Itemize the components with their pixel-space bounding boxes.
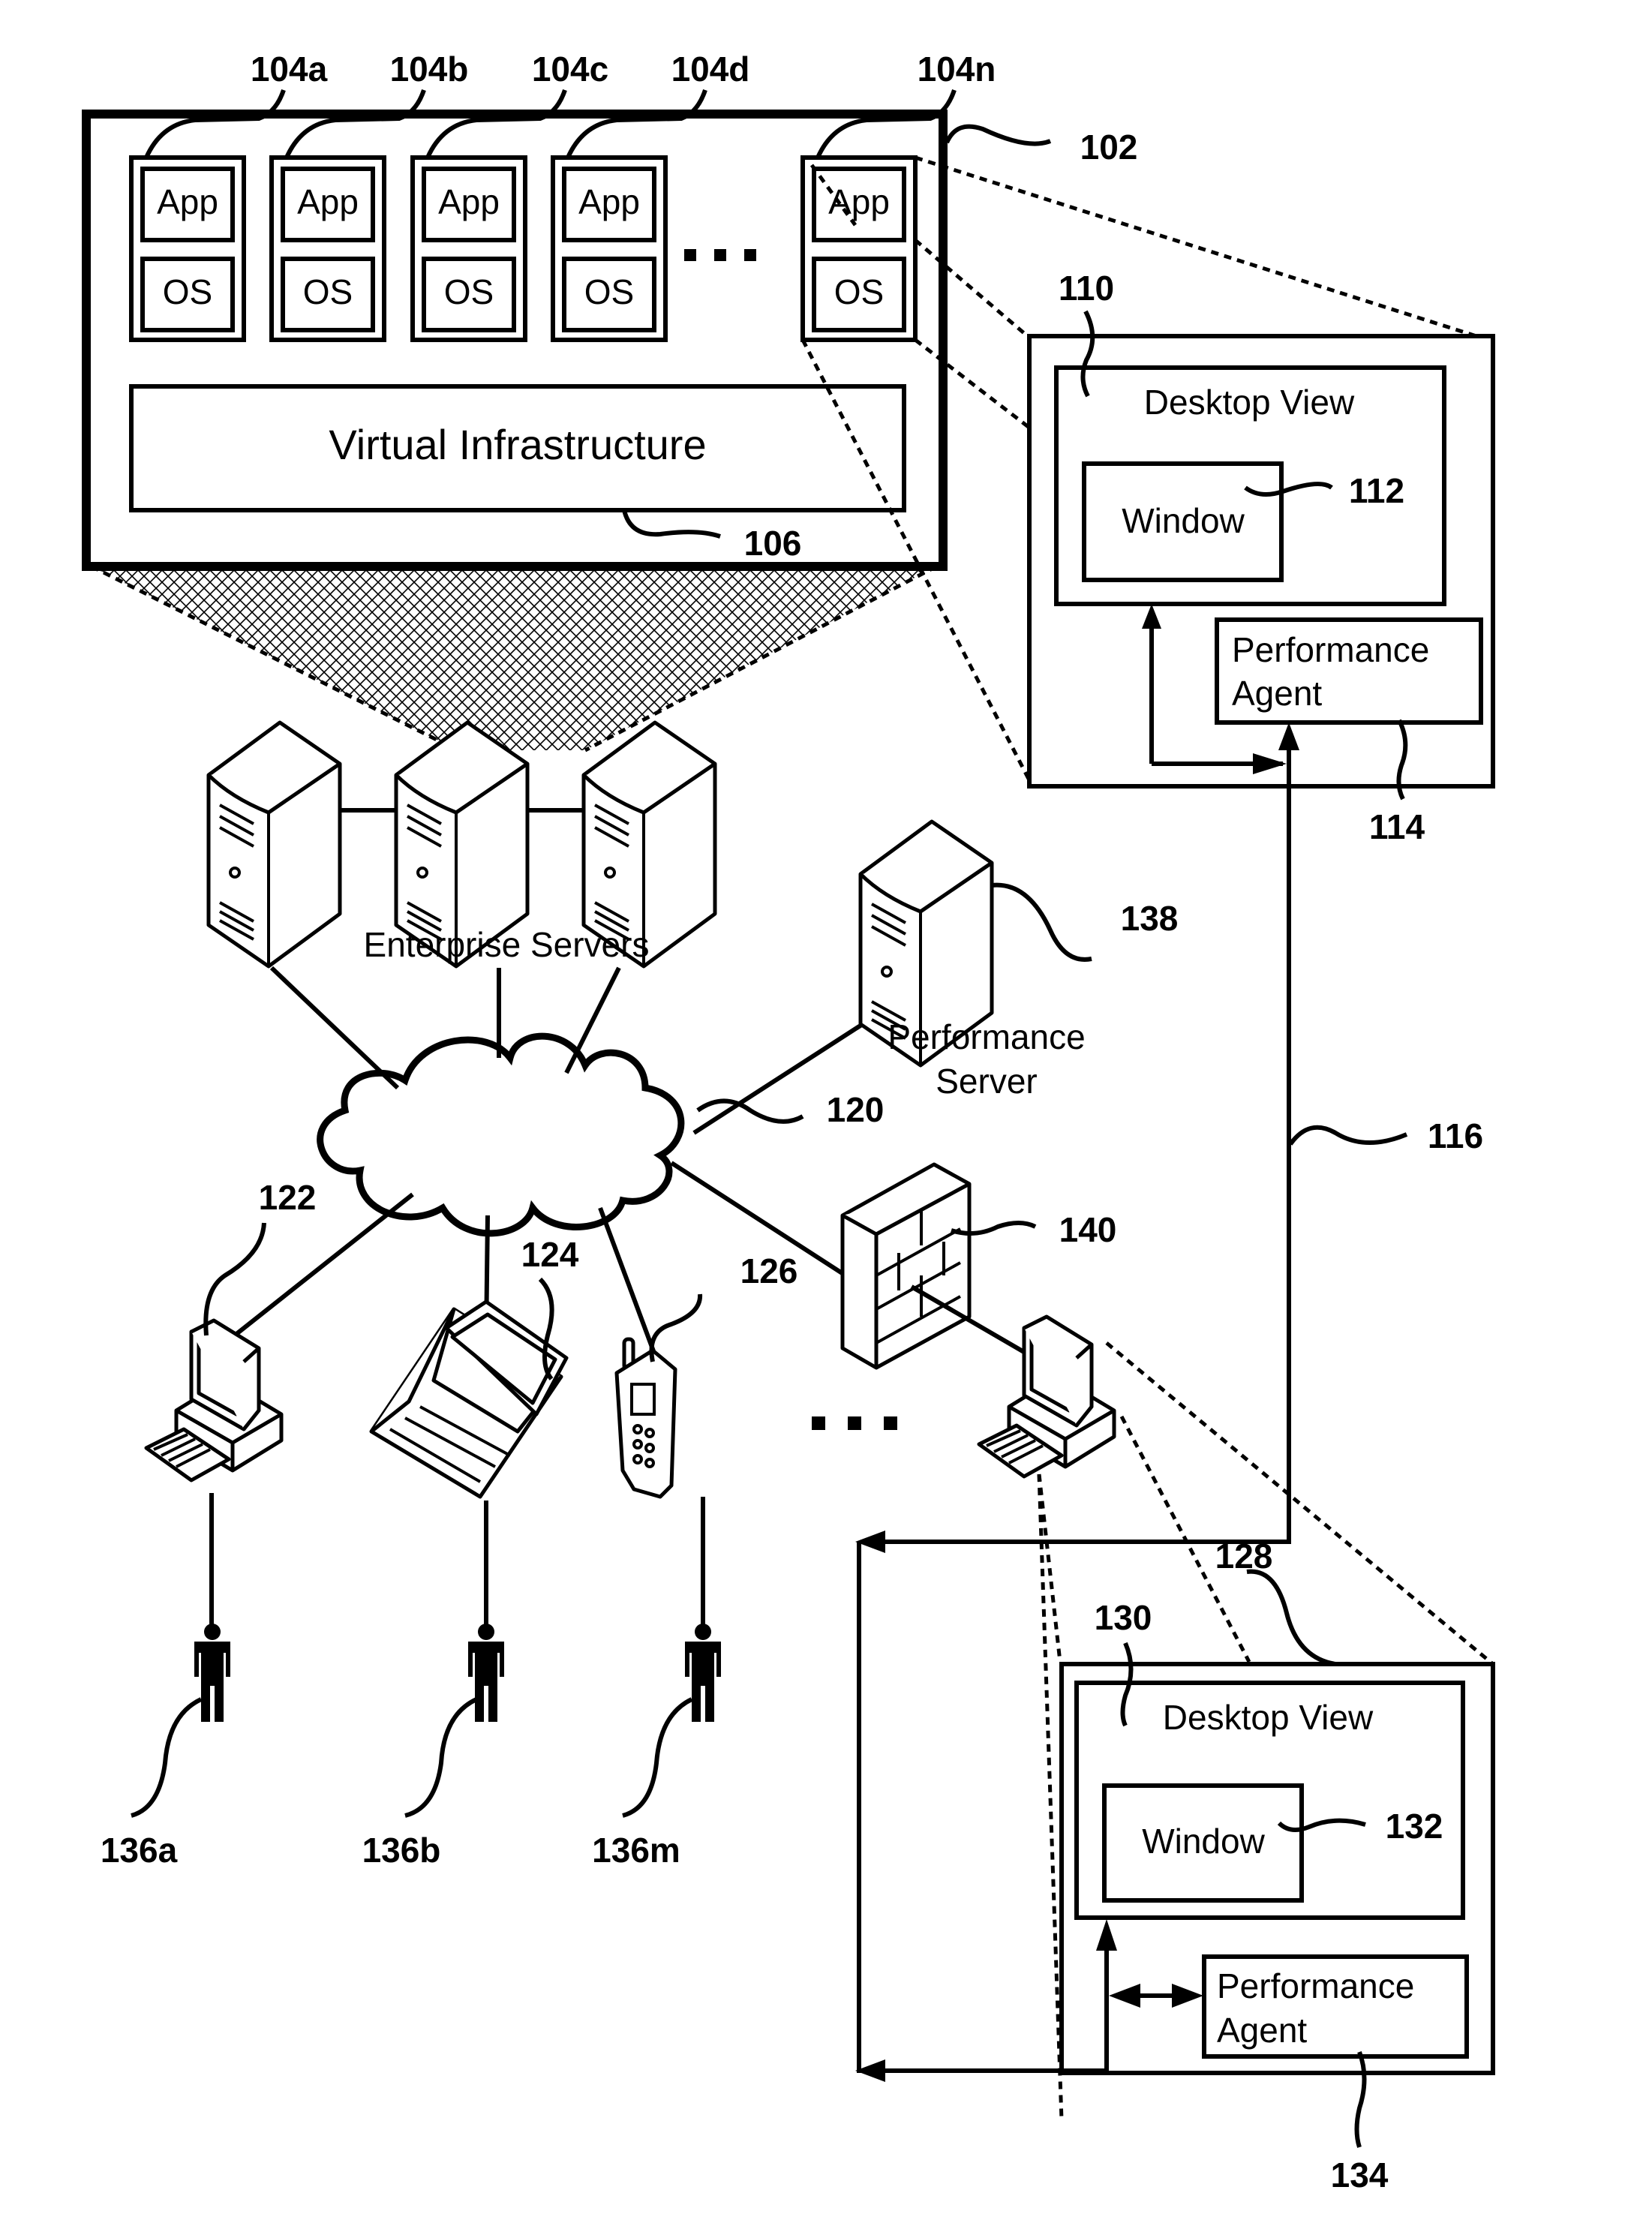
enterprise-servers-label: Enterprise Servers — [364, 925, 650, 964]
os-label: OS — [584, 272, 634, 311]
leader-136b — [404, 1697, 478, 1818]
vm-104c: App OS — [410, 155, 527, 342]
user-136a — [194, 1624, 230, 1722]
label-104d: 104d — [671, 50, 750, 89]
label-122: 122 — [259, 1178, 317, 1217]
window-label: Window — [1122, 501, 1245, 540]
window-label-bottom: Window — [1142, 1822, 1265, 1861]
firewall — [840, 1162, 972, 1370]
label-126: 126 — [740, 1251, 798, 1290]
leader-126 — [649, 1293, 703, 1362]
performance-server-label-2: Server — [936, 1062, 1037, 1101]
label-116: 116 — [1428, 1116, 1483, 1155]
app-label: App — [578, 182, 640, 221]
performance-agent-label-2: Agent — [1232, 674, 1322, 713]
label-110: 110 — [1059, 269, 1114, 308]
desktop-view-label-bottom: Desktop View — [1163, 1698, 1374, 1737]
label-104n: 104n — [918, 50, 996, 89]
label-130: 130 — [1095, 1598, 1152, 1637]
vm-104d: App OS — [551, 155, 668, 342]
label-120: 120 — [827, 1090, 885, 1129]
hatch-cone — [92, 566, 936, 750]
label-104b: 104b — [390, 50, 469, 89]
performance-agent-label-bottom-2: Agent — [1217, 2011, 1307, 2050]
leader-128 — [1246, 1569, 1336, 1666]
enterprise-server-1 — [209, 722, 340, 966]
label-124: 124 — [521, 1235, 579, 1274]
user-136b — [468, 1624, 504, 1722]
label-104c: 104c — [532, 50, 608, 89]
label-138: 138 — [1121, 899, 1179, 938]
label-104a: 104a — [251, 50, 328, 89]
vm-ellipsis — [684, 249, 756, 261]
os-label: OS — [163, 272, 212, 311]
label-114: 114 — [1369, 807, 1425, 846]
label-132: 132 — [1386, 1807, 1443, 1846]
label-136b: 136b — [362, 1831, 441, 1870]
client-ellipsis — [812, 1416, 897, 1430]
leader-136m — [622, 1697, 693, 1818]
user-136m — [685, 1624, 721, 1722]
performance-agent-label-bottom: Performance — [1217, 1966, 1414, 2005]
label-134: 134 — [1331, 2155, 1389, 2194]
os-label: OS — [444, 272, 494, 311]
leader-116 — [1288, 1125, 1408, 1146]
vm-104a: App OS — [129, 155, 246, 342]
vm-104b: App OS — [269, 155, 386, 342]
leader-102 — [945, 124, 1052, 146]
desktop-view-label: Desktop View — [1144, 383, 1355, 422]
client-phone-126 — [614, 1337, 677, 1499]
client-laptop-124 — [369, 1299, 569, 1499]
performance-agent-label: Performance — [1232, 630, 1429, 669]
label-140: 140 — [1059, 1210, 1117, 1249]
client-desktop-122 — [146, 1320, 281, 1480]
app-label: App — [157, 182, 218, 221]
label-128: 128 — [1215, 1537, 1273, 1576]
app-label: App — [438, 182, 500, 221]
vm-104n: App OS — [800, 155, 918, 342]
leader-138 — [991, 882, 1092, 962]
label-102: 102 — [1080, 128, 1138, 167]
leader-136a — [131, 1697, 203, 1818]
label-136a: 136a — [101, 1831, 178, 1870]
os-label: OS — [834, 272, 884, 311]
label-106: 106 — [744, 524, 802, 563]
label-112: 112 — [1349, 471, 1404, 510]
performance-server-label: Performance — [888, 1017, 1085, 1056]
system-diagram: App OS App OS App OS App OS App OS Virtu… — [82, 50, 1495, 2194]
label-136m: 136m — [592, 1831, 680, 1870]
os-label: OS — [303, 272, 353, 311]
app-label: App — [297, 182, 359, 221]
user-links — [209, 1493, 705, 1624]
client-system-128-pc — [979, 1317, 1114, 1477]
virtual-infrastructure-label: Virtual Infrastructure — [329, 421, 706, 468]
